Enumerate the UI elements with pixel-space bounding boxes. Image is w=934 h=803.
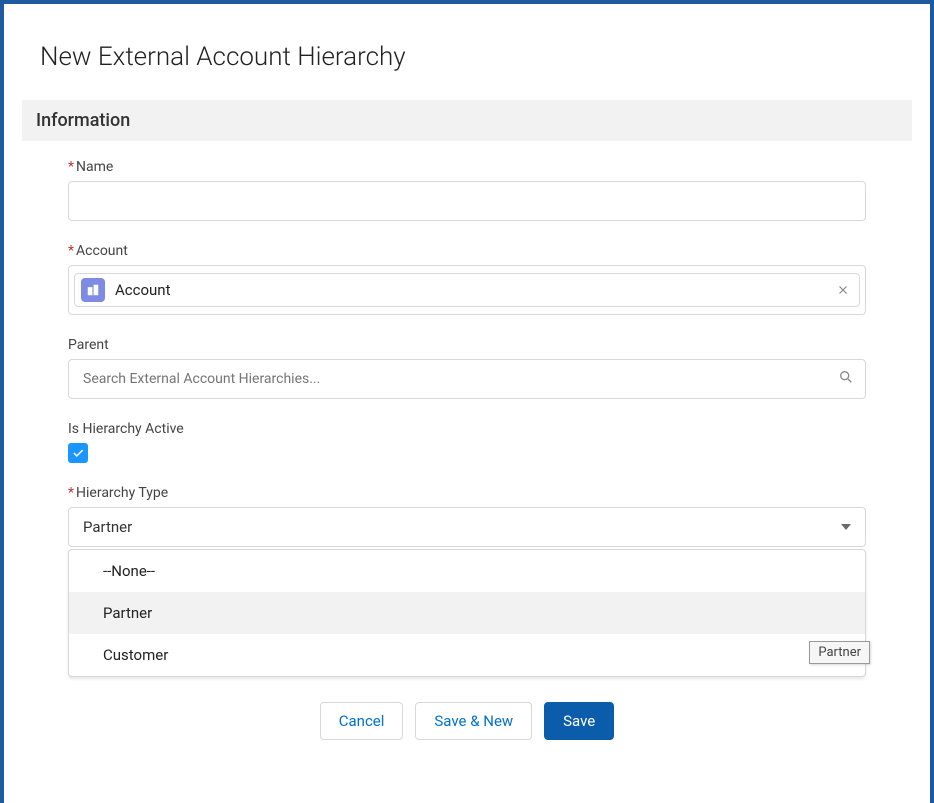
account-lookup[interactable]: Account bbox=[68, 265, 866, 315]
account-pill: Account bbox=[74, 273, 860, 307]
modal-body: New External Account Hierarchy Informati… bbox=[4, 4, 930, 755]
modal-title: New External Account Hierarchy bbox=[40, 42, 912, 72]
account-pill-text: Account bbox=[115, 281, 833, 299]
chevron-down-icon bbox=[841, 524, 851, 530]
hierarchy-type-dropdown: --None-- Partner Customer Partner bbox=[68, 549, 866, 677]
label-hierarchy-type: Hierarchy Type bbox=[68, 485, 866, 501]
modal-new-external-account-hierarchy: New External Account Hierarchy Informati… bbox=[0, 0, 934, 803]
label-name: Name bbox=[68, 159, 866, 175]
parent-search-wrap bbox=[68, 359, 866, 399]
label-active: Is Hierarchy Active bbox=[68, 421, 866, 437]
field-active: Is Hierarchy Active bbox=[68, 421, 866, 463]
field-hierarchy-type: Hierarchy Type Partner --None-- Partner … bbox=[68, 485, 866, 677]
modal-footer: Cancel Save & New Save bbox=[22, 677, 912, 755]
section-header-information: Information bbox=[22, 100, 912, 141]
tooltip-partner: Partner bbox=[809, 641, 870, 664]
field-name: Name bbox=[68, 159, 866, 221]
option-none[interactable]: --None-- bbox=[69, 550, 865, 592]
remove-account-icon[interactable] bbox=[833, 280, 853, 300]
save-button[interactable]: Save bbox=[544, 702, 614, 740]
option-partner[interactable]: Partner bbox=[69, 592, 865, 634]
account-icon bbox=[81, 278, 105, 302]
save-and-new-button[interactable]: Save & New bbox=[415, 702, 532, 740]
is-active-checkbox[interactable] bbox=[68, 443, 88, 463]
cancel-button[interactable]: Cancel bbox=[320, 702, 404, 740]
parent-search-input[interactable] bbox=[68, 359, 866, 399]
field-parent: Parent bbox=[68, 337, 866, 399]
hierarchy-type-combobox[interactable]: Partner bbox=[68, 507, 866, 547]
hierarchy-type-selected: Partner bbox=[83, 518, 132, 536]
label-account: Account bbox=[68, 243, 866, 259]
name-input[interactable] bbox=[68, 181, 866, 221]
field-account: Account Account bbox=[68, 243, 866, 315]
label-parent: Parent bbox=[68, 337, 866, 353]
form-area: Name Account Account bbox=[22, 159, 912, 677]
option-customer[interactable]: Customer bbox=[69, 634, 865, 676]
search-icon bbox=[838, 369, 854, 389]
